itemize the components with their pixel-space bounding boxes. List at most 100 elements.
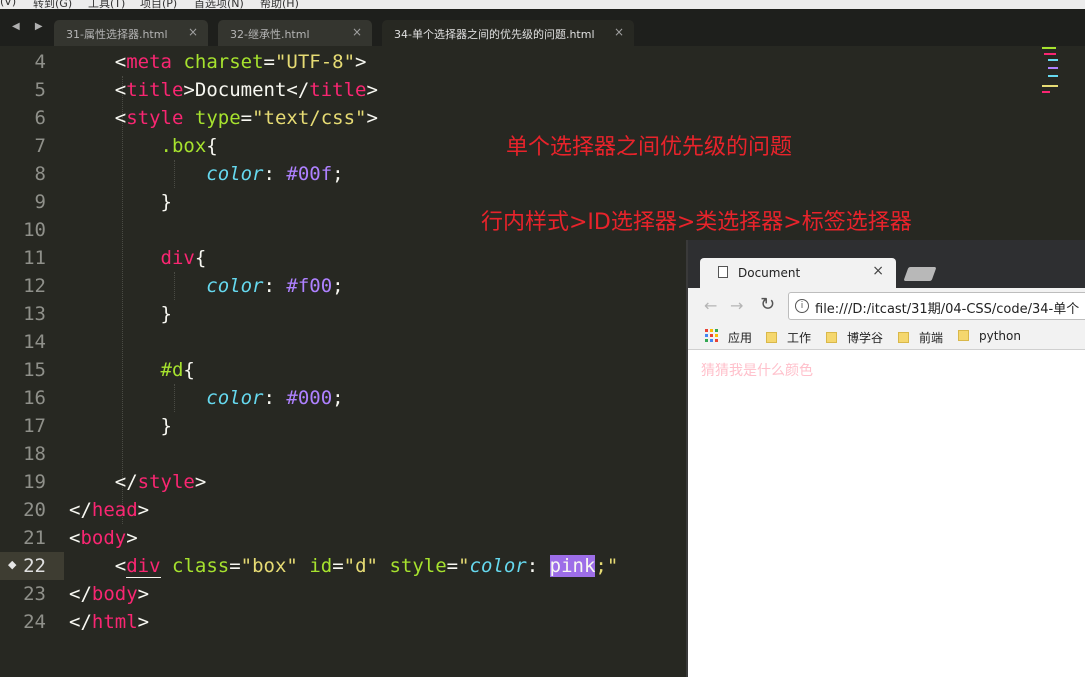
code-line-19: </style> — [114, 471, 207, 493]
line-number: 12 — [23, 275, 46, 297]
line-number: 8 — [34, 163, 46, 185]
line-number: 19 — [23, 471, 46, 493]
line-number: 9 — [34, 191, 46, 213]
code-line-22: <div class="box" id="d" style="color: pi… — [114, 555, 619, 578]
code-line-13: } — [160, 303, 172, 325]
close-icon[interactable]: × — [188, 25, 198, 39]
code-line-11: div{ — [160, 247, 207, 269]
line-number: 5 — [34, 79, 46, 101]
line-number: 6 — [34, 107, 46, 129]
line-number: 13 — [23, 303, 46, 325]
selected-text: pink — [549, 555, 596, 577]
close-icon[interactable]: × — [872, 263, 884, 279]
bookmark-frontend[interactable]: 前端 — [898, 329, 943, 346]
close-icon[interactable]: × — [614, 25, 624, 39]
url-text: file:///D:/itcast/31期/04-CSS/code/34-单个 — [815, 302, 1080, 317]
back-arrow-icon[interactable]: ← — [704, 296, 717, 315]
annotation-title: 单个选择器之间优先级的问题 — [506, 135, 793, 160]
line-number: 15 — [23, 359, 46, 381]
menu-project[interactable]: 项目(P) — [140, 0, 177, 9]
minimap-line — [1048, 75, 1058, 77]
minimap-line — [1042, 85, 1058, 87]
info-icon[interactable]: i — [795, 299, 809, 313]
code-line-7: .box{ — [160, 135, 218, 157]
browser-tab-strip: Document × — [688, 240, 1085, 288]
forward-arrow-icon[interactable]: → — [730, 296, 743, 315]
line-number: 17 — [23, 415, 46, 437]
new-tab-button[interactable] — [903, 267, 937, 281]
code-line-12: color: #f00; — [206, 275, 344, 297]
bookmark-label: 前端 — [919, 331, 944, 345]
tab-label: 31-属性选择器.html — [66, 28, 168, 41]
line-number: 11 — [23, 247, 46, 269]
tab-32[interactable]: 32-继承性.html × — [218, 20, 372, 46]
code-line-23: </body> — [69, 583, 150, 605]
code-line-24: </html> — [69, 611, 150, 633]
line-gutter: 4 5 6 7 8 9 10 11 12 13 14 15 16 17 18 1… — [0, 46, 60, 677]
page-content-text: 猜猜我是什么颜色 — [701, 363, 813, 379]
minimap-line — [1048, 59, 1058, 61]
line-number-current: 22 — [23, 555, 46, 577]
line-number: 7 — [34, 135, 46, 157]
code-line-4: <meta charset="UTF-8"> — [114, 51, 367, 73]
apps-grid-icon[interactable] — [705, 329, 719, 343]
code-line-17: } — [160, 415, 172, 437]
menu-view[interactable]: (V) — [0, 0, 16, 8]
minimap-line — [1048, 67, 1058, 69]
code-line-8: color: #00f; — [206, 163, 344, 185]
menu-preferences[interactable]: 首选项(N) — [194, 0, 244, 9]
bookmark-python[interactable]: python — [958, 329, 1021, 343]
tab-34-active[interactable]: 34-单个选择器之间的优先级的问题.html × — [382, 20, 634, 46]
menu-bar: (V) 转到(G) 工具(T) 项目(P) 首选项(N) 帮助(H) — [0, 0, 1085, 9]
code-line-20: </head> — [69, 499, 150, 521]
bookmark-boxuegu[interactable]: 博学谷 — [826, 329, 883, 346]
address-bar[interactable]: i file:///D:/itcast/31期/04-CSS/code/34-单… — [788, 292, 1085, 320]
tab-nav-arrows[interactable]: ◀ ▶ — [12, 21, 49, 32]
tab-31[interactable]: 31-属性选择器.html × — [54, 20, 208, 46]
tab-bar: ◀ ▶ 31-属性选择器.html × 32-继承性.html × 34-单个选… — [0, 9, 1085, 46]
code-line-21: <body> — [69, 527, 138, 549]
bookmark-icon: ◆ — [8, 558, 17, 571]
minimap-line — [1042, 91, 1050, 93]
line-number: 4 — [34, 51, 46, 73]
menu-goto[interactable]: 转到(G) — [33, 0, 72, 9]
menu-tools[interactable]: 工具(T) — [88, 0, 125, 9]
tab-label: 34-单个选择器之间的优先级的问题.html — [394, 28, 595, 41]
code-line-5: <title>Document</title> — [114, 79, 378, 101]
bookmarks-bar: 应用 工作 博学谷 前端 python — [688, 324, 1085, 350]
line-number: 14 — [23, 331, 46, 353]
bookmark-label: python — [979, 329, 1021, 343]
folder-icon — [898, 332, 909, 343]
line-number: 20 — [23, 499, 46, 521]
browser-toolbar: ← → ↻ i file:///D:/itcast/31期/04-CSS/cod… — [688, 288, 1085, 324]
page-icon — [718, 266, 728, 278]
bookmark-label: 博学谷 — [847, 331, 884, 345]
browser-tab-title: Document — [738, 266, 801, 280]
line-number: 10 — [23, 219, 46, 241]
folder-icon — [766, 332, 777, 343]
reload-icon[interactable]: ↻ — [760, 294, 775, 315]
line-number: 16 — [23, 387, 46, 409]
line-number: 24 — [23, 611, 46, 633]
bookmark-apps[interactable]: 应用 — [728, 329, 752, 346]
browser-tab[interactable]: Document × — [700, 258, 896, 288]
menu-help[interactable]: 帮助(H) — [260, 0, 299, 9]
minimap-line — [1042, 47, 1056, 49]
minimap-line — [1044, 53, 1056, 55]
code-line-15: #d{ — [160, 359, 195, 381]
line-number: 23 — [23, 583, 46, 605]
minimap[interactable] — [1040, 47, 1060, 97]
annotation-rule: 行内样式>ID选择器>类选择器>标签选择器 — [481, 210, 912, 235]
close-icon[interactable]: × — [352, 25, 362, 39]
folder-icon — [826, 332, 837, 343]
browser-window: Document × ← → ↻ i file:///D:/itcast/31期… — [686, 240, 1085, 677]
code-line-16: color: #000; — [206, 387, 344, 409]
code-line-6: <style type="text/css"> — [114, 107, 378, 129]
code-line-9: } — [160, 191, 172, 213]
line-number: 18 — [23, 443, 46, 465]
folder-icon — [958, 330, 969, 341]
tab-label: 32-继承性.html — [230, 28, 310, 41]
bookmark-label: 工作 — [787, 331, 812, 345]
bookmark-work[interactable]: 工作 — [766, 329, 811, 346]
line-number: 21 — [23, 527, 46, 549]
